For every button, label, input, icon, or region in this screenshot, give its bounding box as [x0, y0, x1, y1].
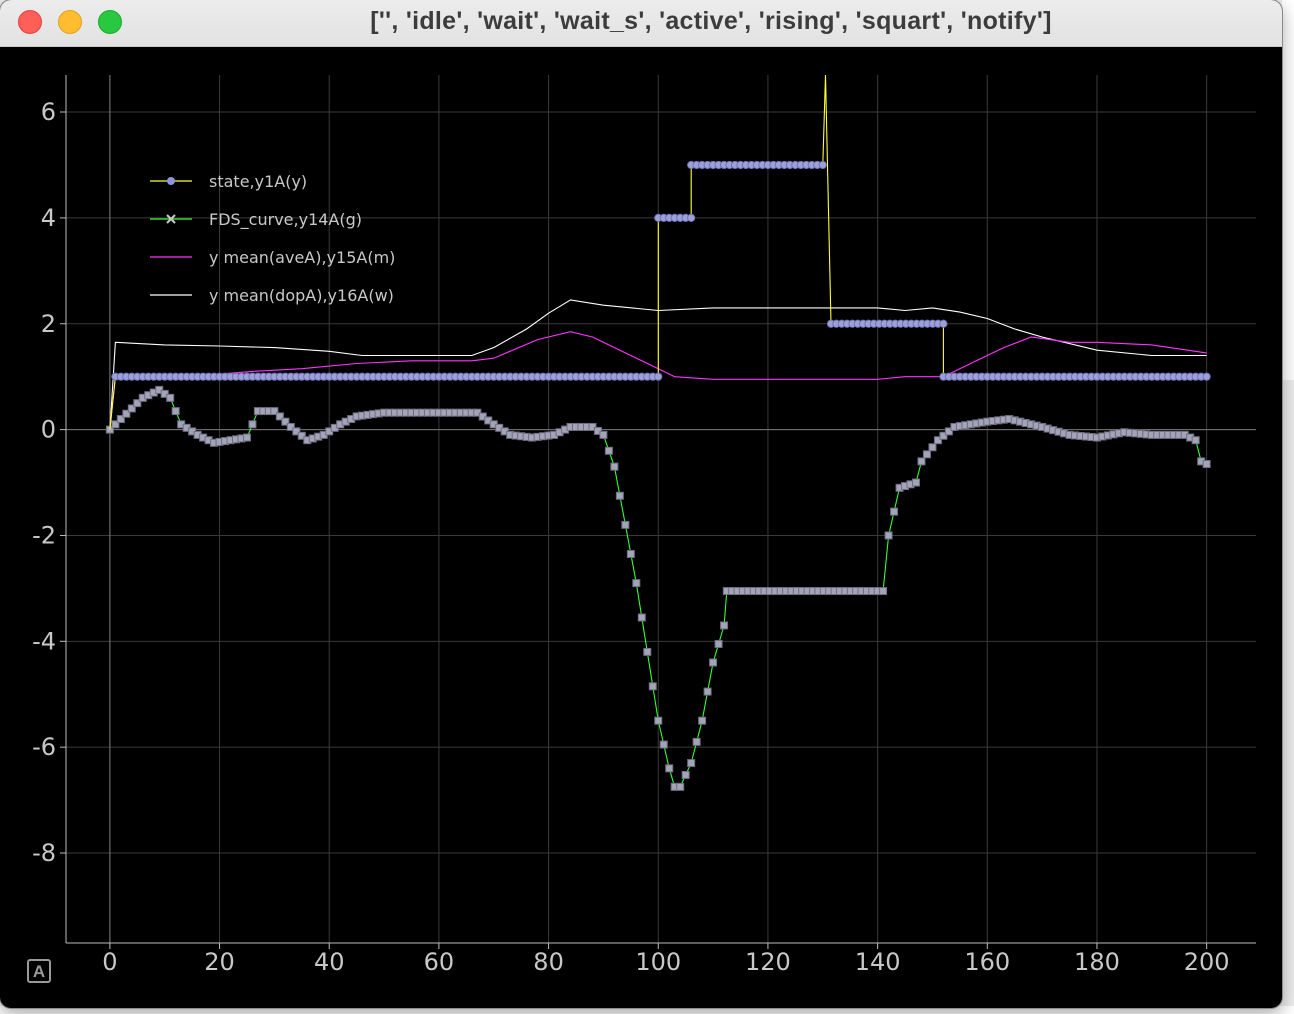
y-tick-label: 4	[41, 204, 56, 232]
window-title: ['', 'idle', 'wait', 'wait_s', 'active',…	[370, 7, 1052, 35]
fds-point	[922, 450, 931, 459]
fds-point	[917, 457, 926, 466]
fds-point	[626, 549, 635, 558]
y-tick-label: 0	[41, 416, 56, 444]
background-window-right	[1282, 0, 1294, 380]
fds-point	[604, 446, 613, 455]
x-tick-label: 120	[745, 948, 791, 976]
fds-point	[1202, 460, 1211, 469]
state-point	[1202, 372, 1211, 381]
legend-marker-state	[167, 177, 175, 185]
fds-point	[890, 507, 899, 516]
fds-point	[166, 393, 175, 402]
fds-point	[665, 764, 674, 773]
legend-label-state: state,y1A(y)	[209, 172, 307, 191]
fds-point	[687, 759, 696, 768]
y-tick-label: 6	[41, 98, 56, 126]
fds-point	[648, 682, 657, 691]
y-tick-label: -8	[32, 839, 56, 867]
fds-point	[681, 770, 690, 779]
fds-point	[610, 462, 619, 471]
y-tick-label: -6	[32, 733, 56, 761]
fds-point	[928, 443, 937, 452]
x-tick-label: 160	[964, 948, 1010, 976]
fds-point	[248, 420, 257, 429]
plot-area[interactable]: 0 20 40 60 80 100 120 140 160 180 200 6 4 2 0 -2 -4 -6 -8 s…	[0, 47, 1282, 1008]
fds-point	[720, 621, 729, 630]
fds-point	[879, 587, 888, 596]
fds-point	[1191, 436, 1200, 445]
fds-point	[692, 737, 701, 746]
close-button[interactable]	[18, 10, 42, 34]
x-tick-label: 80	[533, 948, 564, 976]
x-tick-label: 20	[204, 948, 235, 976]
fds-point	[676, 782, 685, 791]
minimize-button[interactable]	[58, 10, 82, 34]
x-tick-label: 200	[1184, 948, 1230, 976]
fds-point	[884, 531, 893, 540]
legend-label-ave: y mean(aveA),y15A(m)	[209, 248, 395, 267]
y-tick-label: 2	[41, 310, 56, 338]
state-point	[818, 160, 827, 170]
chart-svg[interactable]: 0 20 40 60 80 100 120 140 160 180 2006420-2-4-6-8s…	[0, 47, 1282, 1008]
legend-label-dop: y mean(dopA),y16A(w)	[209, 286, 394, 305]
fds-point	[654, 716, 663, 725]
x-tick-label: 100	[635, 948, 681, 976]
x-tick-label: 140	[855, 948, 901, 976]
autoscale-button[interactable]: A	[27, 959, 51, 983]
fds-point	[637, 613, 646, 622]
fds-point	[709, 658, 718, 667]
x-tick-label: 40	[314, 948, 345, 976]
fds-point	[659, 740, 668, 749]
y-tick-label: -4	[32, 627, 56, 655]
plot-window: ['', 'idle', 'wait', 'wait_s', 'active',…	[0, 0, 1282, 1008]
fds-point	[599, 430, 608, 439]
fds-point	[242, 433, 251, 442]
fds-point	[171, 407, 180, 416]
x-tick-label: 60	[424, 948, 455, 976]
fds-point	[698, 716, 707, 725]
fds-point	[714, 639, 723, 648]
state-point	[939, 319, 948, 328]
fds-point	[643, 647, 652, 656]
state-point	[687, 213, 696, 223]
state-point	[654, 372, 663, 381]
title-bar[interactable]: ['', 'idle', 'wait', 'wait_s', 'active',…	[0, 0, 1282, 47]
x-tick-label: 180	[1074, 948, 1120, 976]
fds-point	[703, 687, 712, 696]
x-tick-label: 0	[102, 948, 117, 976]
fds-point	[912, 478, 920, 487]
fds-point	[621, 520, 630, 529]
fds-point	[632, 579, 641, 588]
y-tick-label: -2	[32, 521, 56, 549]
fds-point	[615, 491, 624, 500]
zoom-button[interactable]	[98, 10, 122, 34]
legend-label-fds: FDS_curve,y14A(g)	[209, 210, 362, 230]
